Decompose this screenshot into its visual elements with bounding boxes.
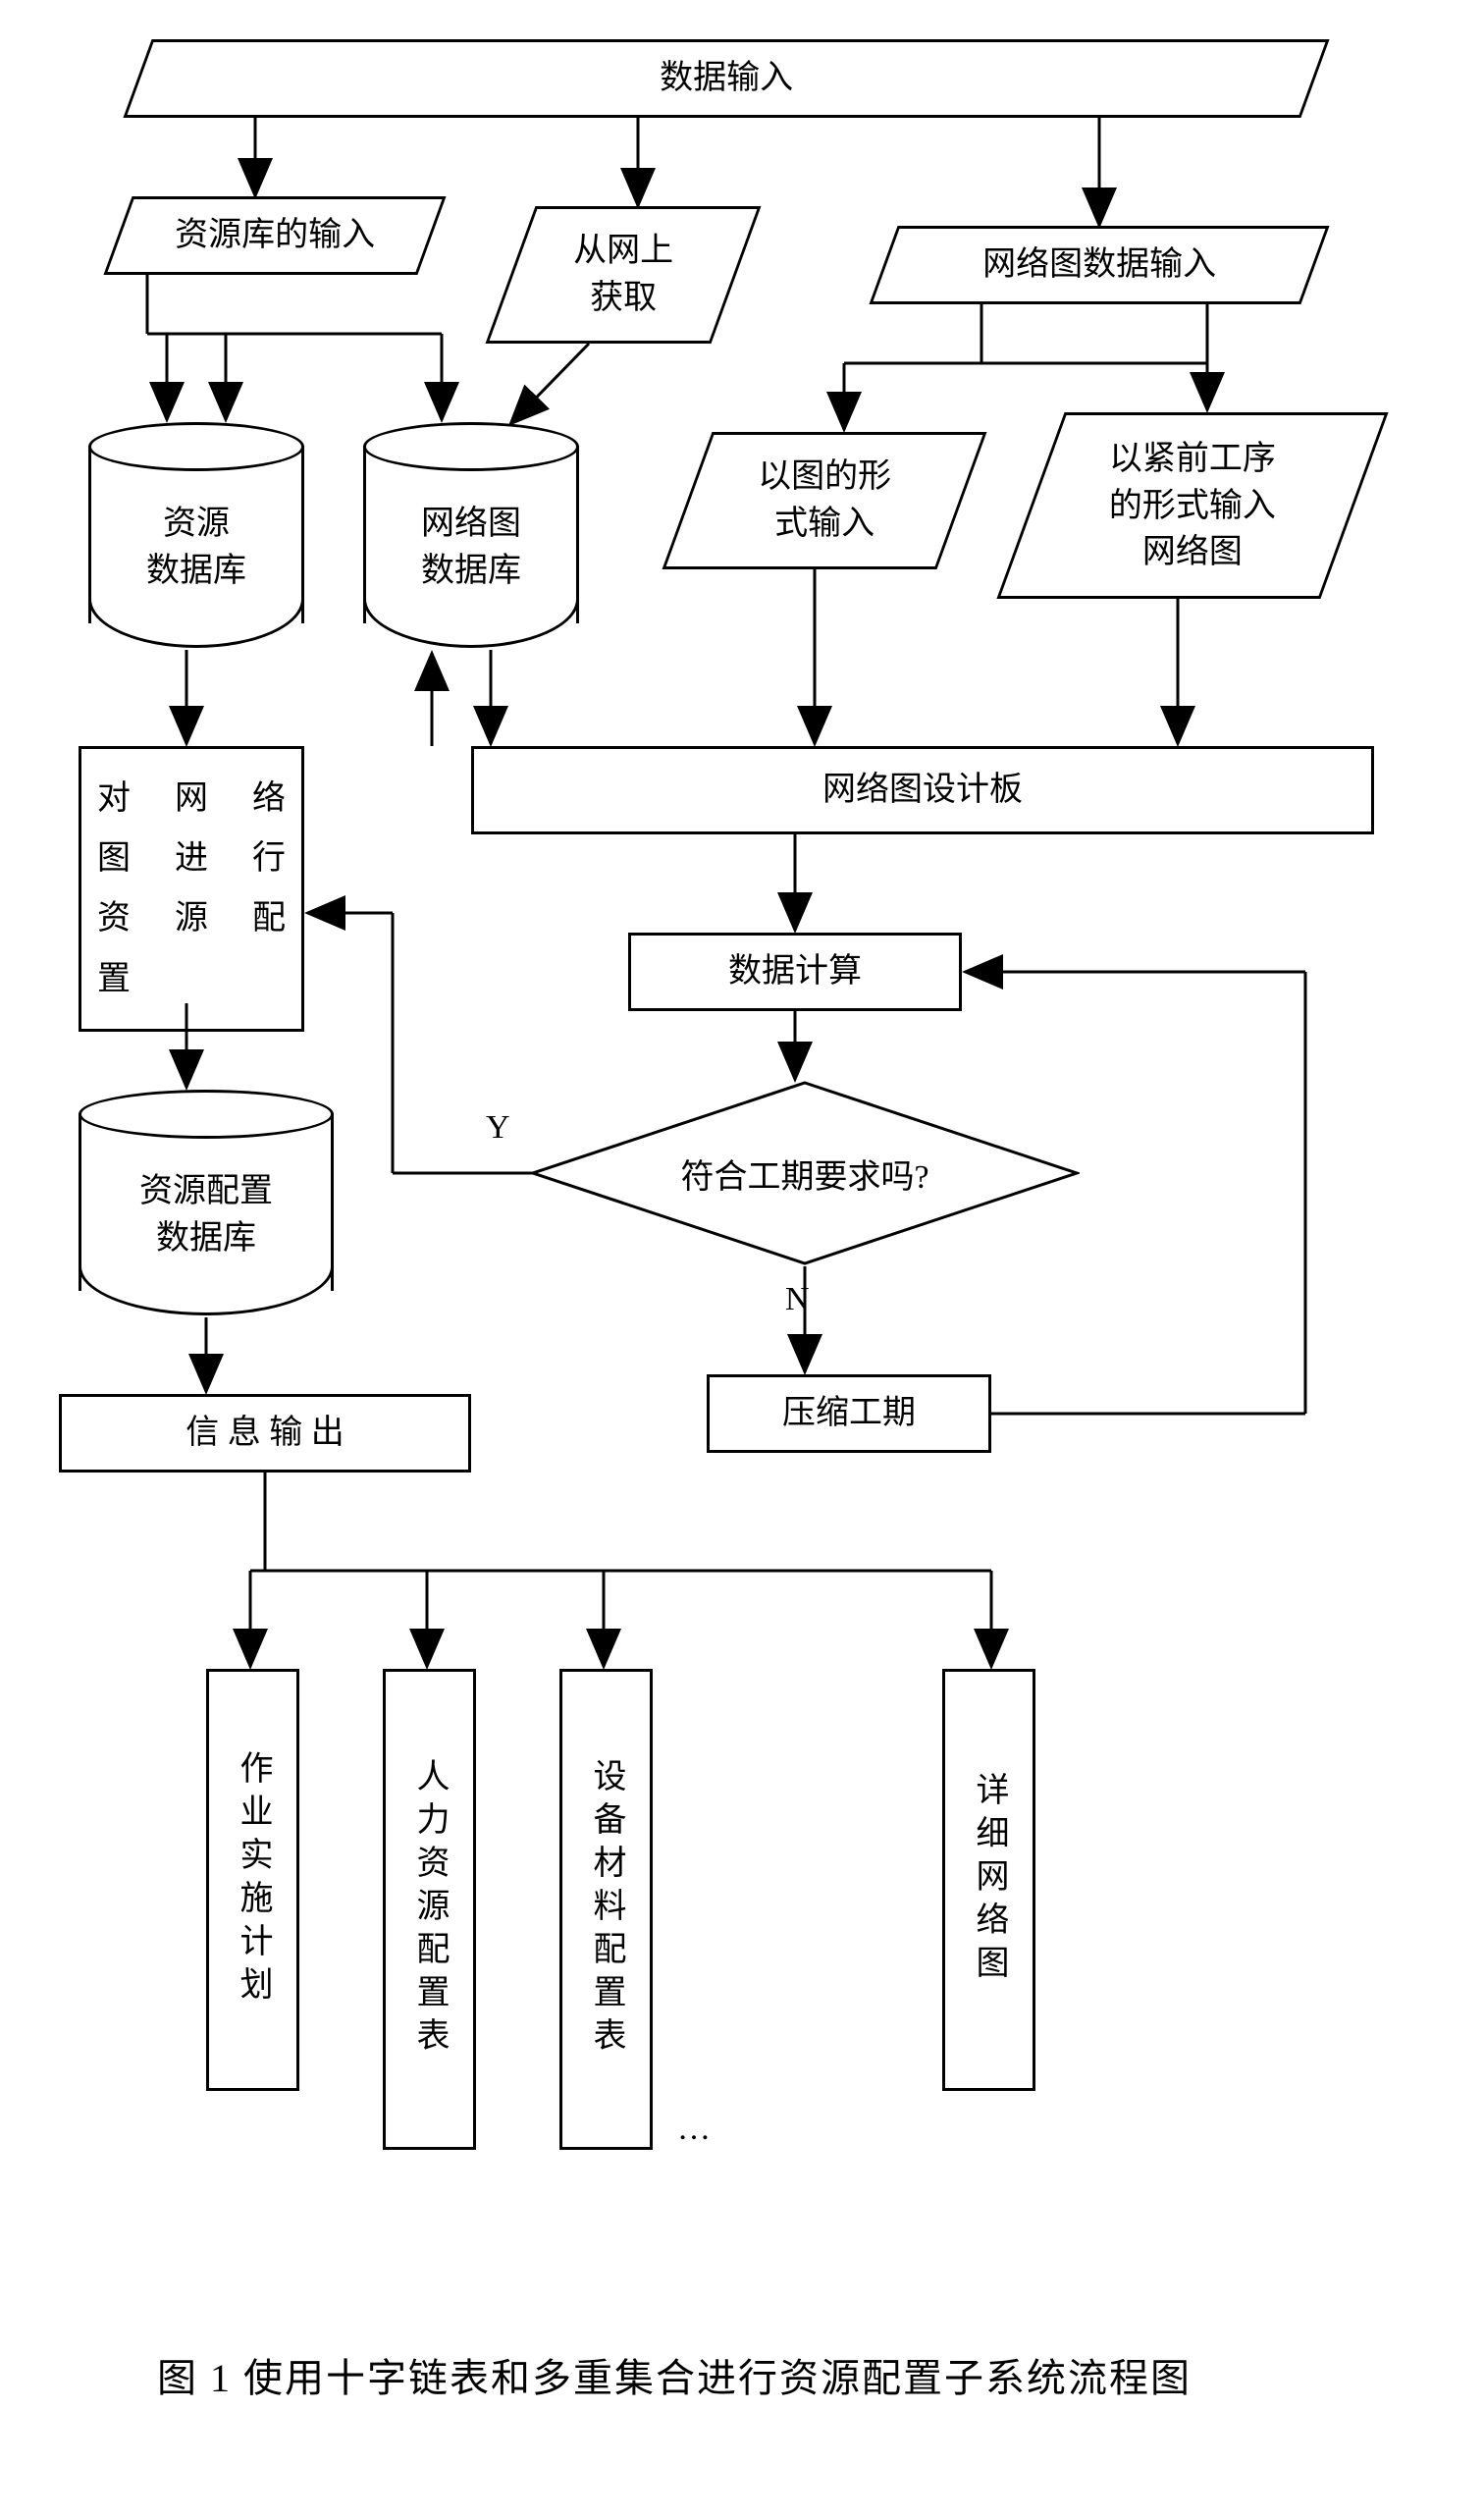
output-3-block: 设备材料配置表 <box>559 1669 653 2150</box>
output-4-label: 详细网络图 <box>964 1772 1014 1988</box>
graph-form-label: 以图的形 式输入 <box>758 454 891 547</box>
pred-form-label: 以紧前工序 的形式输入 网络图 <box>1109 436 1276 576</box>
decision-diamond: 符合工期要求吗? <box>530 1080 1080 1266</box>
data-calc-label: 数据计算 <box>728 948 862 995</box>
configure-line-4: 置 <box>97 949 286 1009</box>
network-input-label: 网络图数据输入 <box>982 241 1216 289</box>
output-1-label: 作业实施计划 <box>228 1750 278 2009</box>
configure-line-3: 资 源 配 <box>97 888 286 948</box>
decision-label: 符合工期要求吗? <box>530 1080 1080 1266</box>
resource-db-cylinder: 资源 数据库 <box>88 422 304 648</box>
data-calc-block: 数据计算 <box>628 933 962 1011</box>
network-db-cylinder: 网络图 数据库 <box>363 422 579 648</box>
data-input-label: 数据输入 <box>660 55 793 102</box>
decision-yes-label: Y <box>486 1109 510 1147</box>
data-input-block: 数据输入 <box>123 39 1329 118</box>
resource-lib-input-block: 资源库的输入 <box>103 196 446 275</box>
from-web-block: 从网上 获取 <box>486 206 762 344</box>
from-web-label: 从网上 获取 <box>573 228 673 321</box>
configure-block: 对 网 络 图 进 行 资 源 配 置 <box>79 746 304 1032</box>
design-board-label: 网络图设计板 <box>822 767 1023 814</box>
figure-caption: 图 1 使用十字链表和多重集合进行资源配置子系统流程图 <box>157 2346 1192 2403</box>
network-db-label: 网络图 数据库 <box>363 501 579 594</box>
compress-block: 压缩工期 <box>707 1374 991 1453</box>
pred-form-block: 以紧前工序 的形式输入 网络图 <box>996 412 1388 599</box>
output-ellipsis: … <box>677 2111 716 2148</box>
output-2-block: 人力资源配置表 <box>383 1669 476 2150</box>
resource-db-label: 资源 数据库 <box>88 501 304 594</box>
network-input-block: 网络图数据输入 <box>869 226 1329 304</box>
resource-lib-input-label: 资源库的输入 <box>175 212 375 259</box>
decision-no-label: N <box>785 1281 810 1318</box>
info-output-label: 信 息 输 出 <box>186 1410 344 1457</box>
design-board-block: 网络图设计板 <box>471 746 1374 834</box>
output-2-label: 人力资源配置表 <box>404 1758 454 2061</box>
config-db-cylinder: 资源配置 数据库 <box>79 1090 334 1315</box>
configure-line-2: 图 进 行 <box>97 829 286 888</box>
info-output-block: 信 息 输 出 <box>59 1394 471 1473</box>
output-1-block: 作业实施计划 <box>206 1669 299 2091</box>
config-db-label: 资源配置 数据库 <box>79 1168 334 1261</box>
output-4-block: 详细网络图 <box>942 1669 1035 2091</box>
output-3-label: 设备材料配置表 <box>581 1758 631 2061</box>
compress-label: 压缩工期 <box>782 1390 916 1437</box>
configure-line-1: 对 网 络 <box>97 769 286 829</box>
graph-form-block: 以图的形 式输入 <box>662 432 987 569</box>
